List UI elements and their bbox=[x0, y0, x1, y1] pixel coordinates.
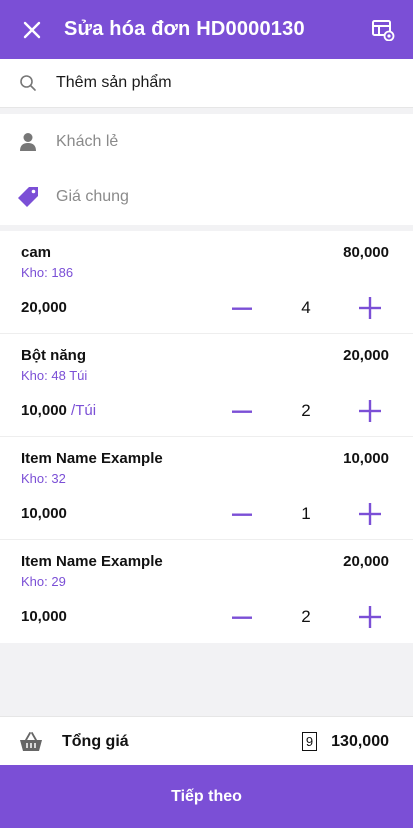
item-quantity[interactable]: 2 bbox=[293, 401, 319, 421]
cart-item: Item Name Example 10,000 Kho: 32 10,000 … bbox=[0, 437, 413, 540]
decrease-qty-button[interactable] bbox=[230, 297, 254, 321]
item-stock: Kho: 29 bbox=[21, 574, 66, 589]
item-stock: Kho: 186 bbox=[21, 265, 74, 280]
item-quantity[interactable]: 4 bbox=[293, 298, 319, 318]
invoice-view-icon[interactable] bbox=[353, 0, 413, 59]
item-price[interactable]: 20,000 bbox=[21, 299, 67, 316]
item-name: Item Name Example bbox=[21, 553, 163, 570]
item-price[interactable]: 10,000 bbox=[21, 608, 67, 625]
close-icon[interactable] bbox=[0, 0, 64, 59]
next-button[interactable]: Tiếp theo bbox=[0, 765, 413, 828]
item-count-badge: 9 bbox=[301, 732, 318, 751]
item-stock: Kho: 48 Túi bbox=[21, 368, 88, 383]
item-name: Bột năng bbox=[21, 347, 86, 364]
cart-item-list: cam 80,000 Kho: 186 20,000 4 Bột năng 20… bbox=[0, 231, 413, 643]
item-price[interactable]: 10,000 /Túi bbox=[21, 402, 96, 419]
person-icon bbox=[0, 132, 56, 152]
increase-qty-button[interactable] bbox=[358, 502, 382, 526]
item-name: cam bbox=[21, 244, 52, 261]
item-price[interactable]: 10,000 bbox=[21, 505, 67, 522]
pricebook-label: Giá chung bbox=[56, 187, 129, 205]
item-total: 20,000 bbox=[343, 553, 389, 570]
page-title: Sửa hóa đơn HD0000130 bbox=[64, 18, 305, 40]
search-icon bbox=[0, 74, 56, 92]
item-price-value: 10,000 bbox=[21, 608, 67, 625]
item-quantity[interactable]: 2 bbox=[293, 607, 319, 627]
basket-icon bbox=[0, 731, 62, 752]
increase-qty-button[interactable] bbox=[358, 296, 382, 320]
item-price-value: 20,000 bbox=[21, 299, 67, 316]
item-price-value: 10,000 bbox=[21, 505, 67, 522]
decrease-qty-button[interactable] bbox=[230, 606, 254, 630]
item-stock: Kho: 32 bbox=[21, 471, 66, 486]
total-amount: 130,000 bbox=[331, 732, 389, 750]
item-unit: /Túi bbox=[66, 402, 97, 419]
customer-label: Khách lẻ bbox=[56, 132, 119, 150]
item-total: 20,000 bbox=[343, 347, 389, 364]
increase-qty-button[interactable] bbox=[358, 605, 382, 629]
cart-item: Bột năng 20,000 Kho: 48 Túi 10,000 /Túi … bbox=[0, 334, 413, 437]
item-total: 10,000 bbox=[343, 450, 389, 467]
customer-selector[interactable]: Khách lẻ bbox=[0, 114, 413, 169]
app-header: Sửa hóa đơn HD0000130 bbox=[0, 0, 413, 59]
add-product-search[interactable]: Thêm sản phẩm bbox=[0, 59, 413, 108]
price-tag-icon bbox=[0, 186, 56, 208]
increase-qty-button[interactable] bbox=[358, 399, 382, 423]
order-total-bar: Tổng giá 9 130,000 bbox=[0, 716, 413, 766]
cart-item: Item Name Example 20,000 Kho: 29 10,000 … bbox=[0, 540, 413, 643]
item-name: Item Name Example bbox=[21, 450, 163, 467]
item-total: 80,000 bbox=[343, 244, 389, 261]
item-quantity[interactable]: 1 bbox=[293, 504, 319, 524]
total-label: Tổng giá bbox=[62, 732, 129, 750]
item-price-value: 10,000 bbox=[21, 402, 67, 419]
decrease-qty-button[interactable] bbox=[230, 503, 254, 527]
decrease-qty-button[interactable] bbox=[230, 400, 254, 424]
pricebook-selector[interactable]: Giá chung bbox=[0, 169, 413, 224]
customer-section: Khách lẻ Giá chung bbox=[0, 114, 413, 225]
cart-item: cam 80,000 Kho: 186 20,000 4 bbox=[0, 231, 413, 334]
search-label: Thêm sản phẩm bbox=[56, 74, 172, 91]
